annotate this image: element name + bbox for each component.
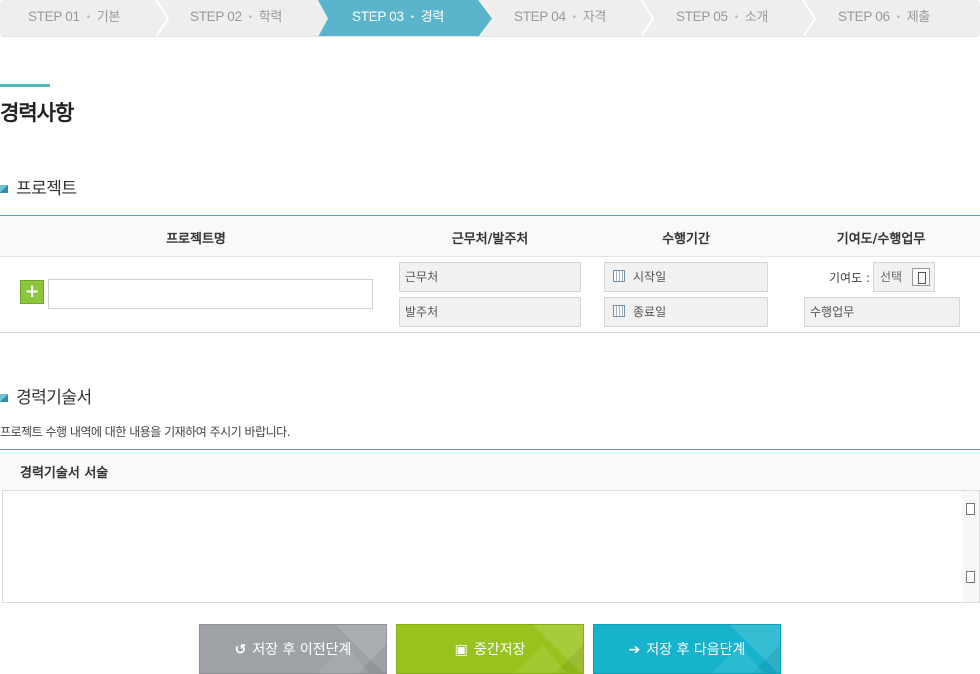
step-06[interactable]: STEP 06 • 제출	[838, 0, 931, 36]
step-divider	[156, 0, 170, 36]
step-label: 자격	[582, 10, 607, 25]
header-project-name: 프로젝트명	[166, 232, 226, 247]
step-04[interactable]: STEP 04 • 자격	[514, 0, 607, 36]
step-number: STEP 02	[190, 9, 242, 24]
title-accent-bar	[0, 84, 50, 87]
calendar-icon	[613, 270, 625, 282]
step-dot: •	[733, 13, 739, 23]
end-date-placeholder: 종료일	[633, 305, 667, 319]
step-divider	[803, 0, 817, 36]
step-number: STEP 01	[28, 9, 80, 24]
contribution-select[interactable]: 선택	[873, 262, 935, 292]
section-title-text: 경력기술서	[16, 388, 92, 408]
button-pattern	[318, 625, 386, 673]
client-input[interactable]: 발주처	[399, 297, 581, 327]
career-field-label: 경력기술서 서술	[20, 466, 109, 481]
section-bullet-icon	[0, 185, 8, 193]
step-label: 기본	[96, 10, 121, 25]
start-date-placeholder: 시작일	[633, 270, 667, 284]
client-placeholder: 발주처	[405, 305, 439, 319]
step-05[interactable]: STEP 05 • 소개	[676, 0, 769, 36]
project-table-header: 프로젝트명 근무처/발주처 수행기간 기여도/수행업무	[0, 216, 980, 257]
career-section-title: 경력기술서	[0, 383, 92, 408]
calendar-icon	[613, 305, 625, 317]
add-project-button[interactable]: +	[20, 280, 44, 304]
scroll-up-button[interactable]	[966, 503, 975, 515]
project-section-title: 프로젝트	[0, 174, 77, 199]
career-box-header: 경력기술서 서술	[0, 450, 980, 490]
section-title-text: 프로젝트	[16, 179, 77, 199]
contribution-label: 기여도 :	[829, 271, 870, 285]
end-date-input[interactable]: 종료일	[604, 297, 768, 327]
step-number: STEP 03	[352, 9, 404, 24]
step-label: 경력	[420, 10, 445, 25]
undo-icon: ↺	[234, 642, 247, 658]
step-label: 제출	[906, 10, 931, 25]
project-name-input[interactable]	[48, 279, 373, 309]
career-description: 프로젝트 수행 내역에 대한 내용을 기재하여 주시기 바랍니다.	[0, 425, 291, 439]
career-textarea[interactable]	[2, 490, 980, 603]
step-dot: •	[85, 13, 91, 23]
button-pattern	[712, 625, 780, 673]
header-period: 수행기간	[662, 232, 710, 247]
start-date-input[interactable]: 시작일	[604, 262, 768, 292]
button-pattern	[515, 625, 583, 673]
step-label: 소개	[744, 10, 769, 25]
step-number: STEP 04	[514, 9, 566, 24]
step-divider	[641, 0, 655, 36]
step-number: STEP 05	[676, 9, 728, 24]
arrow-right-icon: ➔	[628, 642, 641, 658]
dropdown-arrow-icon	[912, 268, 930, 286]
step-label: 학력	[258, 10, 283, 25]
step-02[interactable]: STEP 02 • 학력	[190, 0, 283, 36]
step-dot: •	[409, 13, 415, 23]
step-03[interactable]: STEP 03 • 경력	[352, 0, 445, 36]
section-bullet-icon	[0, 394, 8, 402]
duty-input[interactable]: 수행업무	[804, 297, 960, 327]
workplace-placeholder: 근무처	[405, 270, 439, 284]
step-dot: •	[247, 13, 253, 23]
contribution-selected-value: 선택	[880, 270, 903, 284]
workplace-input[interactable]: 근무처	[399, 262, 581, 292]
step-01[interactable]: STEP 01 • 기본	[28, 0, 121, 36]
step-dot: •	[571, 13, 577, 23]
page-title: 경력사항	[0, 101, 74, 125]
duty-placeholder: 수행업무	[810, 305, 855, 319]
save-icon: ▣	[454, 642, 468, 658]
interim-save-button[interactable]: ▣ 중간저장	[396, 624, 584, 674]
scroll-down-button[interactable]	[966, 571, 975, 583]
save-next-button[interactable]: ➔ 저장 후 다음단계	[593, 624, 781, 674]
header-workplace: 근무처/발주처	[451, 232, 529, 247]
header-contribution: 기여도/수행업무	[836, 232, 926, 247]
plus-icon: +	[24, 281, 40, 302]
save-prev-button[interactable]: ↺ 저장 후 이전단계	[199, 624, 387, 674]
scrollbar[interactable]	[962, 491, 979, 602]
step-navigation: STEP 01 • 기본 STEP 02 • 학력 STEP 03 • 경력 STEP 04…	[0, 0, 980, 37]
step-number: STEP 06	[838, 9, 890, 24]
step-dot: •	[895, 13, 901, 23]
